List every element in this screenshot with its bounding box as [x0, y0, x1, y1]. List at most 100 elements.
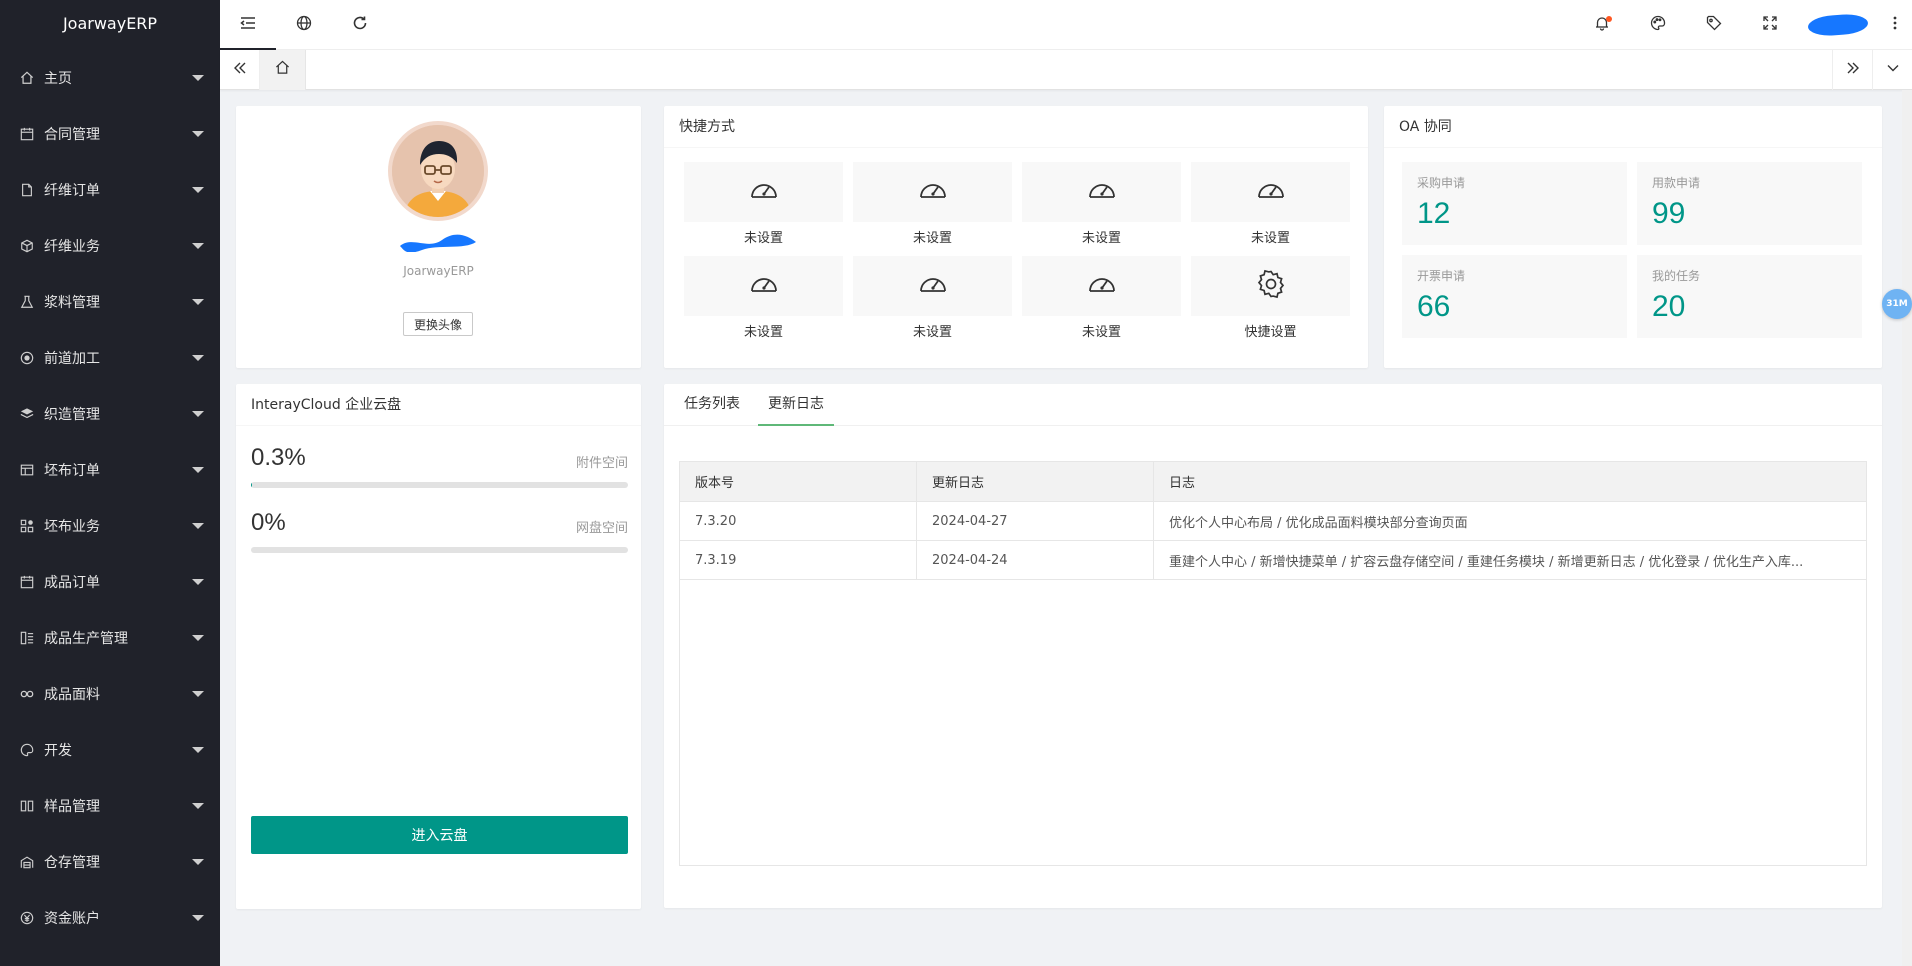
column-header-date: 更新日志	[916, 461, 1154, 502]
version-cell: 7.3.20	[679, 501, 917, 541]
enter-cloud-button[interactable]: 进入云盘	[251, 816, 628, 854]
oa-item[interactable]: 开票申请 66	[1402, 255, 1627, 338]
sidebar-item-label: 织造管理	[44, 407, 100, 423]
profile-card: JoarwayERP 更换头像	[236, 106, 641, 368]
oa-grid: 采购申请 12 用款申请 99 开票申请 66 我的任务 20	[1402, 162, 1862, 338]
sidebar-item-8[interactable]: 坯布业务	[0, 498, 220, 554]
memory-float-badge[interactable]: 31M	[1882, 289, 1912, 319]
sidebar-item-label: 成品面料	[44, 687, 100, 703]
sidebar-item-11[interactable]: 成品面料	[0, 666, 220, 722]
shortcut-item[interactable]: 未设置	[1022, 162, 1181, 246]
sidebar-item-0[interactable]: 主页	[0, 50, 220, 106]
dashboard-icon	[917, 268, 949, 304]
shortcut-item[interactable]: 快捷设置	[1191, 256, 1350, 340]
shortcut-item[interactable]: 未设置	[684, 256, 843, 340]
sidebar-item-15[interactable]: 资金账户	[0, 890, 220, 946]
shortcut-item[interactable]: 未设置	[853, 256, 1012, 340]
tabs-scroll-left-button[interactable]	[220, 49, 260, 90]
dashboard-icon	[748, 174, 780, 210]
caret-down-icon	[192, 299, 204, 305]
language-button[interactable]	[276, 0, 332, 50]
table-icon	[20, 463, 34, 477]
caret-down-icon	[192, 75, 204, 81]
columns-icon	[20, 799, 34, 813]
column-header-version: 版本号	[679, 461, 917, 502]
header-right-tools	[1574, 0, 1912, 50]
update-log-panel: 任务列表 更新日志 版本号 更新日志 日志 7.3.20 2024-04-27 优化个…	[664, 384, 1882, 908]
sidebar-item-6[interactable]: 织造管理	[0, 386, 220, 442]
tab-task-list[interactable]: 任务列表	[674, 384, 750, 426]
tag-button[interactable]	[1686, 0, 1742, 50]
sidebar-item-9[interactable]: 成品订单	[0, 554, 220, 610]
oa-item[interactable]: 用款申请 99	[1637, 162, 1862, 245]
theme-button[interactable]	[1630, 0, 1686, 50]
sidebar-item-14[interactable]: 仓存管理	[0, 834, 220, 890]
user-avatar-redacted[interactable]	[1807, 12, 1869, 37]
sidebar-item-1[interactable]: 合同管理	[0, 106, 220, 162]
notification-button[interactable]	[1574, 0, 1630, 50]
double-chevron-right-icon	[1846, 61, 1860, 79]
sidebar-item-10[interactable]: 成品生产管理	[0, 610, 220, 666]
more-vertical-icon	[1893, 14, 1897, 35]
oa-item[interactable]: 采购申请 12	[1402, 162, 1627, 245]
sidebar-item-label: 坯布订单	[44, 463, 100, 479]
sidebar: JoarwayERP 主页 合同管理纤维订单纤维业务浆料管理 前道加工织造管理坯布订…	[0, 0, 220, 966]
caret-down-icon	[192, 187, 204, 193]
flask-icon	[20, 295, 34, 309]
list-icon	[20, 631, 34, 645]
tabs-scroll-right-button[interactable]	[1832, 49, 1872, 90]
refresh-button[interactable]	[332, 0, 388, 50]
refresh-icon	[352, 15, 368, 35]
tabs-menu-button[interactable]	[1872, 49, 1912, 90]
sidebar-item-label: 纤维订单	[44, 183, 100, 199]
sidebar-item-label: 样品管理	[44, 799, 100, 815]
shortcuts-title: 快捷方式	[664, 106, 1368, 148]
shortcut-item[interactable]: 未设置	[1191, 162, 1350, 246]
table-row[interactable]: 7.3.20 2024-04-27 优化个人中心布局 / 优化成品面料模块部分查询页…	[679, 501, 1867, 541]
oa-item-value: 66	[1417, 290, 1451, 323]
calendar-icon	[20, 575, 34, 589]
double-chevron-left-icon	[233, 61, 247, 79]
tab-update-log[interactable]: 更新日志	[758, 384, 834, 426]
shortcut-label: 未设置	[1081, 231, 1121, 246]
app-logo[interactable]: JoarwayERP	[0, 0, 220, 50]
shortcut-label: 未设置	[912, 231, 952, 246]
shortcut-item[interactable]: 未设置	[853, 162, 1012, 246]
sidebar-item-2[interactable]: 纤维订单	[0, 162, 220, 218]
target-icon	[20, 351, 34, 365]
globe-icon	[296, 15, 312, 35]
shortcut-item[interactable]: 未设置	[684, 162, 843, 246]
fullscreen-icon	[1763, 15, 1777, 34]
shortcut-label: 未设置	[743, 231, 783, 246]
shortcut-label: 未设置	[912, 325, 952, 340]
caret-down-icon	[192, 691, 204, 697]
shortcut-icon-box	[853, 256, 1012, 316]
oa-item[interactable]: 我的任务 20	[1637, 255, 1862, 338]
log-cell: 重建个人中心 / 新增快捷菜单 / 扩容云盘存储空间 / 重建任务模块 / 新增…	[1153, 540, 1867, 580]
chevron-down-icon	[1886, 61, 1900, 79]
tab-home[interactable]	[260, 49, 306, 90]
sidebar-item-label: 成品生产管理	[44, 631, 128, 647]
oa-item-value: 99	[1652, 197, 1686, 230]
menu-collapse-button[interactable]	[220, 0, 276, 50]
version-cell: 7.3.19	[679, 540, 917, 580]
sidebar-item-13[interactable]: 样品管理	[0, 778, 220, 834]
file-icon	[20, 183, 34, 197]
sidebar-item-12[interactable]: 开发	[0, 722, 220, 778]
page-scrollbar[interactable]	[1902, 90, 1912, 966]
more-options-button[interactable]	[1878, 0, 1912, 50]
layers-icon	[20, 407, 34, 421]
table-row[interactable]: 7.3.19 2024-04-24 重建个人中心 / 新增快捷菜单 / 扩容云盘存储…	[679, 540, 1867, 580]
caret-down-icon	[192, 131, 204, 137]
shortcut-item[interactable]: 未设置	[1022, 256, 1181, 340]
sidebar-item-3[interactable]: 纤维业务	[0, 218, 220, 274]
change-avatar-button[interactable]: 更换头像	[403, 312, 473, 336]
sidebar-item-4[interactable]: 浆料管理	[0, 274, 220, 330]
fullscreen-button[interactable]	[1742, 0, 1798, 50]
oa-item-label: 用款申请	[1652, 176, 1701, 190]
sidebar-item-label: 纤维业务	[44, 239, 100, 255]
sidebar-item-5[interactable]: 前道加工	[0, 330, 220, 386]
caret-down-icon	[192, 635, 204, 641]
avatar[interactable]	[388, 121, 488, 221]
sidebar-item-7[interactable]: 坯布订单	[0, 442, 220, 498]
